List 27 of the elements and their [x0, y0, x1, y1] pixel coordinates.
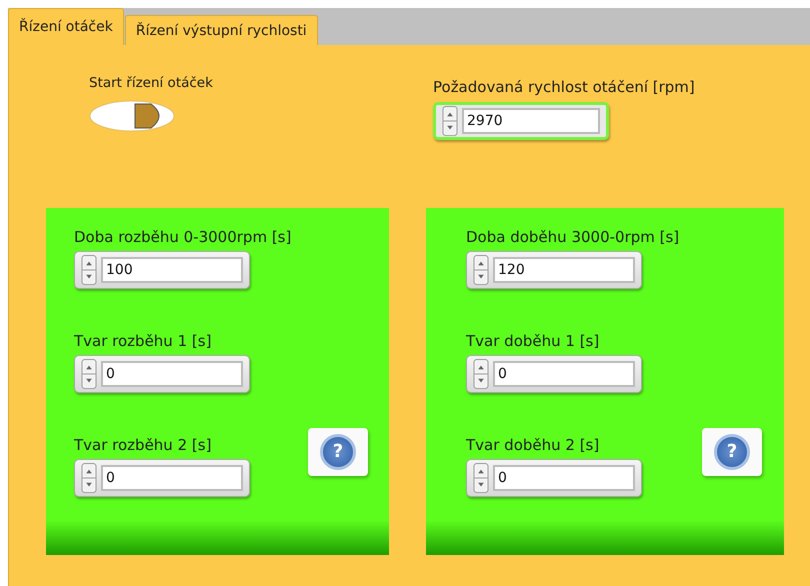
- numeric-field[interactable]: 2970: [433, 102, 609, 140]
- tab[interactable]: Řízení výstupní rychlosti: [124, 15, 318, 45]
- spinner-icon[interactable]: [81, 359, 97, 389]
- switch-label: Start řízení otáček: [89, 75, 214, 91]
- numeric-field[interactable]: 0: [74, 459, 250, 497]
- numeric-field[interactable]: 0: [466, 459, 642, 497]
- spinner-icon[interactable]: [473, 255, 489, 285]
- numeric-field[interactable]: 0: [74, 355, 250, 393]
- field-label: Požadovaná rychlost otáčení [rpm]: [433, 78, 695, 96]
- spinner-icon[interactable]: [81, 255, 97, 285]
- field-label: Tvar doběhu 1 [s]: [466, 332, 600, 350]
- numeric-field[interactable]: 0: [466, 355, 642, 393]
- toggle-switch[interactable]: [89, 99, 175, 133]
- spinner-icon[interactable]: [81, 463, 97, 493]
- field-label: Tvar rozběhu 1 [s]: [74, 332, 212, 350]
- spinner-icon[interactable]: [442, 106, 458, 136]
- field-label: Doba doběhu 3000-0rpm [s]: [466, 228, 680, 246]
- spinner-icon[interactable]: [473, 463, 489, 493]
- tab[interactable]: Řízení otáček: [8, 8, 124, 45]
- help-button[interactable]: ?: [308, 428, 368, 476]
- numeric-field[interactable]: 120: [466, 251, 642, 289]
- field-label: Doba rozběhu 0-3000rpm [s]: [74, 228, 292, 246]
- field-label: Tvar doběhu 2 [s]: [466, 436, 600, 454]
- help-button[interactable]: ?: [702, 428, 762, 476]
- field-label: Tvar rozběhu 2 [s]: [74, 436, 212, 454]
- numeric-field[interactable]: 100: [74, 251, 250, 289]
- spinner-icon[interactable]: [473, 359, 489, 389]
